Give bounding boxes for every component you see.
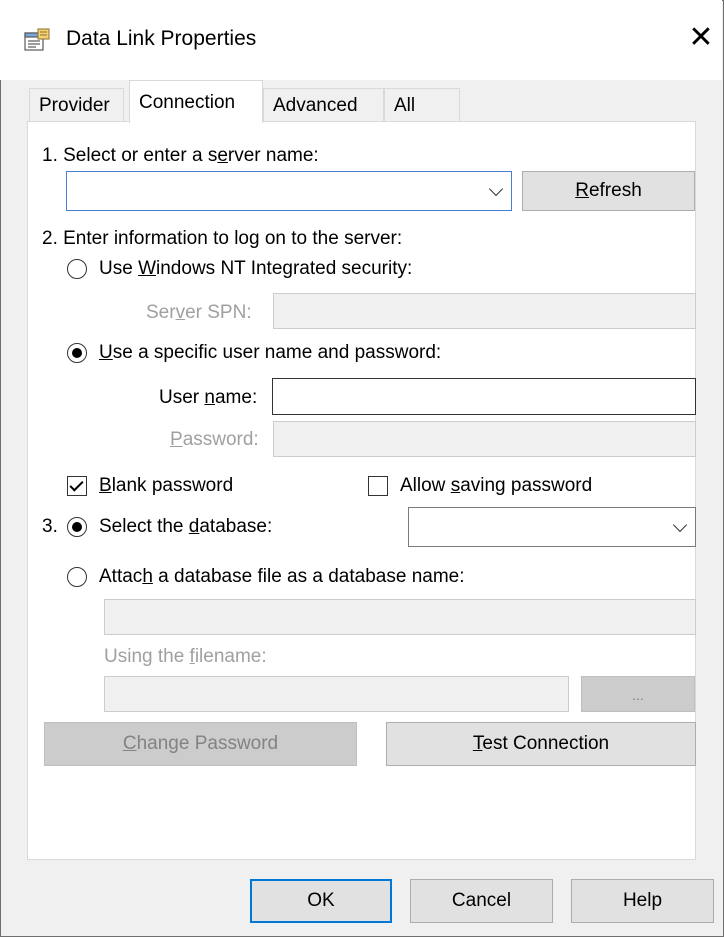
database-combo[interactable] [408, 507, 696, 547]
server-name-combo[interactable] [66, 171, 512, 211]
chevron-down-icon[interactable] [672, 517, 688, 533]
help-button[interactable]: Help [571, 879, 714, 923]
filename-label: Using the filename: [104, 646, 267, 667]
server-name-label: 1. Select or enter a server name: [42, 145, 319, 166]
data-link-icon [24, 28, 50, 51]
blank-password-label[interactable]: Blank password [99, 475, 233, 497]
blank-password-checkbox[interactable] [67, 476, 87, 496]
nt-security-label[interactable]: Use Windows NT Integrated security: [99, 258, 412, 280]
change-password-button: Change Password [44, 722, 357, 766]
cancel-button[interactable]: Cancel [410, 879, 553, 923]
specific-user-label[interactable]: Use a specific user name and password: [99, 342, 441, 364]
chevron-down-icon[interactable] [488, 181, 504, 197]
server-spn-field [273, 293, 696, 329]
tab-advanced[interactable]: Advanced [263, 88, 384, 122]
password-field [273, 421, 696, 457]
password-label: Password: [170, 429, 259, 450]
test-connection-button[interactable]: Test Connection [386, 722, 696, 766]
tab-provider[interactable]: Provider [29, 88, 124, 122]
username-input[interactable] [272, 378, 696, 415]
specific-user-radio[interactable] [67, 343, 87, 363]
server-spn-label: Server SPN: [146, 302, 252, 323]
database-name-field [104, 599, 696, 635]
ok-button[interactable]: OK [250, 879, 392, 923]
window-title: Data Link Properties [66, 27, 257, 50]
select-database-label[interactable]: Select the database: [99, 516, 272, 538]
allow-saving-password-label[interactable]: Allow saving password [400, 475, 592, 497]
close-icon[interactable]: ✕ [681, 18, 721, 58]
filename-field [104, 676, 569, 712]
tab-connection[interactable]: Connection [129, 80, 263, 123]
browse-button: ... [581, 676, 695, 712]
step3-number: 3. [42, 516, 58, 537]
nt-security-radio[interactable] [67, 259, 87, 279]
username-label: User name: [159, 387, 258, 408]
tab-all[interactable]: All [384, 88, 460, 122]
attach-database-radio[interactable] [67, 567, 87, 587]
refresh-button[interactable]: Refresh [522, 171, 695, 211]
attach-database-label[interactable]: Attach a database file as a database nam… [99, 566, 465, 588]
allow-saving-password-checkbox[interactable] [368, 476, 388, 496]
select-database-radio[interactable] [67, 517, 87, 537]
logon-info-label: 2. Enter information to log on to the se… [42, 228, 403, 249]
